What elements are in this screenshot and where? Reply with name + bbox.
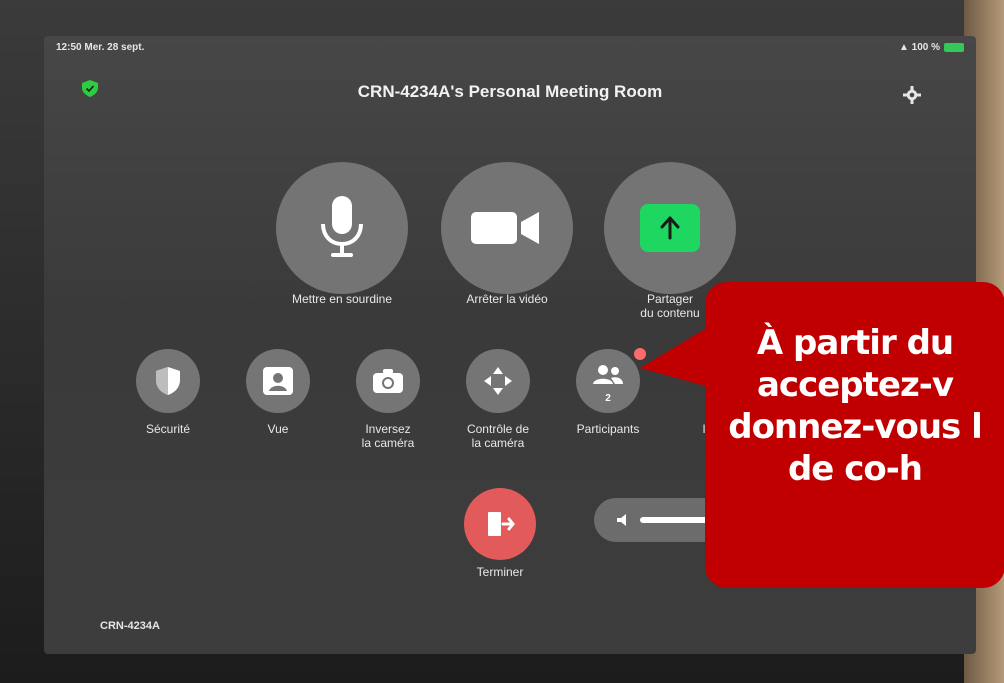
participants-count: 2: [605, 393, 611, 404]
speaker-icon: [617, 514, 626, 526]
view-button[interactable]: [246, 349, 310, 413]
people-icon: [593, 365, 623, 384]
instruction-callout: À partir du acceptez-v donnez-vous l de …: [705, 282, 1004, 588]
flip-camera-label: Inversez la caméra: [361, 422, 415, 450]
camera-switch-icon: [373, 369, 403, 393]
callout-line-3: donnez-vous l: [728, 407, 983, 447]
mute-button[interactable]: [276, 162, 408, 294]
stop-video-button[interactable]: [441, 162, 573, 294]
status-time: 12:50: [56, 42, 82, 53]
camera-control-label: Contrôle de la caméra: [466, 422, 530, 450]
meeting-title: CRN-4234A's Personal Meeting Room: [357, 82, 663, 101]
share-up-arrow-icon: [660, 216, 680, 240]
end-meeting-button[interactable]: [464, 488, 536, 560]
mute-label: Mettre en sourdine: [291, 292, 393, 306]
callout-line-2: acceptez-v: [756, 365, 954, 405]
exit-door-icon: [488, 512, 515, 536]
settings-gear-icon[interactable]: [903, 86, 921, 104]
participants-label: Participants: [576, 422, 640, 436]
wifi-icon: ▲: [898, 42, 909, 53]
shield-icon: [156, 367, 180, 395]
share-content-button[interactable]: [604, 162, 736, 294]
participants-button[interactable]: 2: [576, 349, 640, 413]
move-arrows-icon: [484, 367, 512, 395]
person-portrait-icon: [263, 367, 293, 395]
status-time-date: 12:50 Mer. 28 sept.: [56, 42, 144, 53]
battery-percent: ▲ 100 %: [898, 42, 940, 53]
view-label: Vue: [267, 422, 289, 436]
end-meeting-label: Terminer: [476, 565, 524, 579]
microphone-icon: [321, 196, 363, 257]
room-name: CRN-4234A: [100, 620, 160, 632]
callout-line-1: À partir du: [756, 323, 954, 363]
callout-line-4: de co-h: [787, 449, 923, 489]
camera-control-button[interactable]: [466, 349, 530, 413]
share-tile: [640, 204, 700, 252]
battery-icon: [944, 43, 964, 52]
stop-video-label: Arrêter la vidéo: [466, 292, 548, 306]
status-date: Mer. 28 sept.: [84, 42, 145, 53]
security-button[interactable]: [136, 349, 200, 413]
flip-camera-button[interactable]: [356, 349, 420, 413]
video-camera-icon: [471, 212, 539, 244]
security-label: Sécurité: [145, 422, 191, 436]
